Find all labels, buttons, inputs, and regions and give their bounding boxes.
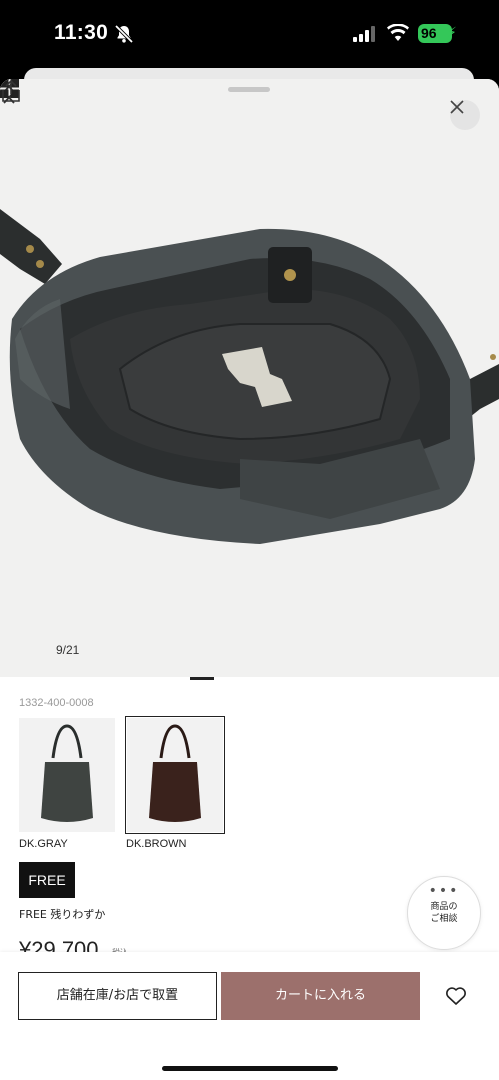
sheet-grabber[interactable] bbox=[228, 87, 270, 92]
share-icon[interactable] bbox=[0, 79, 22, 103]
more-dots-icon: ••• bbox=[428, 883, 460, 899]
image-counter: 9/21 bbox=[56, 643, 80, 657]
heart-icon[interactable] bbox=[445, 986, 467, 1006]
color-swatch-dk-gray[interactable] bbox=[19, 718, 115, 832]
color-swatch-dk-brown[interactable] bbox=[125, 716, 225, 834]
page-indicator bbox=[190, 677, 214, 680]
add-to-cart-button[interactable]: カートに入れる bbox=[221, 972, 420, 1020]
bag-interior-image bbox=[0, 79, 499, 677]
close-icon bbox=[450, 100, 464, 114]
bag-thumbnail-brown bbox=[127, 718, 223, 832]
bottom-action-bar: 店舗在庫/お店で取置 カートに入れる bbox=[0, 952, 499, 1080]
close-button[interactable] bbox=[450, 100, 480, 130]
consult-label-1: 商品の bbox=[430, 902, 458, 912]
product-photo[interactable]: 9/21 bbox=[0, 79, 499, 677]
store-stock-button[interactable]: 店舗在庫/お店で取置 bbox=[18, 972, 217, 1020]
size-option-button[interactable]: FREE bbox=[19, 862, 75, 898]
product-price: ¥29,700 bbox=[19, 937, 99, 953]
color-label-brown: DK.BROWN bbox=[126, 838, 187, 850]
stock-status: FREE 残りわずか bbox=[19, 908, 106, 921]
signal-icon bbox=[353, 26, 375, 42]
product-sheet: 9/21 1332-400-0008 DK.GRAY DK.BROWN FREE… bbox=[0, 79, 499, 1080]
charging-icon: ⚡ bbox=[447, 25, 457, 41]
bell-slash-icon bbox=[114, 24, 134, 44]
consult-button[interactable]: ••• 商品の ご相談 bbox=[407, 876, 481, 950]
status-bar: 11:30 96 ⚡ bbox=[0, 0, 499, 66]
color-label-gray: DK.GRAY bbox=[19, 838, 68, 850]
bag-thumbnail-gray bbox=[19, 718, 115, 832]
status-time: 11:30 bbox=[54, 21, 109, 44]
home-indicator bbox=[162, 1066, 338, 1071]
product-sku: 1332-400-0008 bbox=[19, 697, 94, 709]
wifi-icon bbox=[387, 24, 409, 41]
consult-label-2: ご相談 bbox=[430, 914, 458, 924]
